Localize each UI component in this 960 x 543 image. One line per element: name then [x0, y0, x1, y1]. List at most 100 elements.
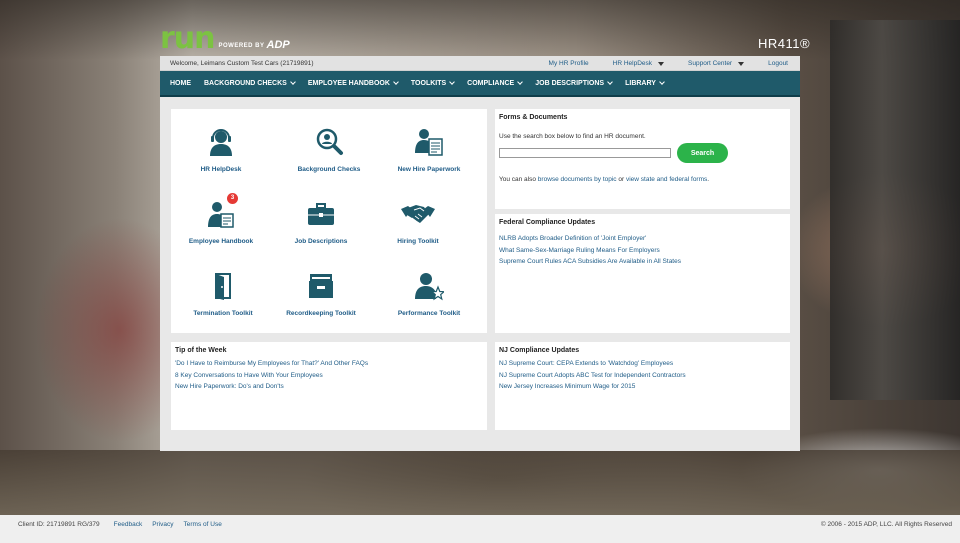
nav-label: TOOLKITS	[410, 79, 447, 87]
client-id: Client ID: 21719891 RG/379	[18, 521, 100, 528]
chevron-down-icon	[449, 78, 456, 85]
tile-label: New Hire Paperwork	[397, 166, 461, 173]
tile-new-hire-paperwork[interactable]: New Hire Paperwork	[379, 127, 479, 173]
terms-link[interactable]: Terms of Use	[184, 521, 222, 528]
logout-link[interactable]: Logout	[768, 60, 788, 67]
notification-badge: 3	[227, 193, 238, 204]
tile-recordkeeping-toolkit[interactable]: Recordkeeping Toolkit	[271, 271, 371, 317]
nav-label: JOB DESCRIPTIONS	[535, 79, 605, 87]
forms-also-text: You can also browse documents by topic o…	[495, 166, 790, 183]
forms-instruction: Use the search box below to find an HR d…	[499, 133, 646, 140]
chevron-down-icon	[659, 78, 665, 85]
or-text: or	[616, 176, 626, 183]
period-text: .	[707, 176, 710, 183]
hr-helpdesk-menu[interactable]: HR HelpDesk	[612, 60, 665, 67]
magnifier-user-icon	[314, 127, 344, 157]
nj-compliance-panel: NJ Compliance Updates NJ Supreme Court: …	[495, 342, 790, 430]
tip-title: Tip of the Week	[175, 347, 227, 354]
run-logo[interactable]: run POWERED BY ADP	[160, 21, 290, 56]
user-star-icon	[414, 271, 446, 301]
nav-job-descriptions[interactable]: JOB DESCRIPTIONS	[535, 78, 613, 87]
logo-powered-by: POWERED BY	[218, 43, 265, 49]
nav-toolkits[interactable]: TOOLKITS	[410, 78, 456, 87]
hr-helpdesk-label: HR HelpDesk	[612, 60, 653, 67]
main-frame: Welcome, Leimans Custom Test Cars (21719…	[160, 56, 800, 451]
door-exit-icon	[208, 271, 238, 301]
caret-down-icon	[738, 61, 745, 66]
browse-documents-link[interactable]: browse documents by topic	[538, 176, 617, 183]
tile-label: Background Checks	[297, 166, 361, 173]
background-machine	[830, 20, 960, 400]
tip-link[interactable]: 'Do I Have to Reimburse My Employees for…	[171, 358, 487, 370]
tile-termination-toolkit[interactable]: Termination Toolkit	[173, 271, 273, 317]
adp-logo: ADP	[266, 39, 290, 51]
state-federal-forms-link[interactable]: view state and federal forms	[626, 176, 707, 183]
nav-background-checks[interactable]: BACKGROUND CHECKS	[204, 78, 296, 87]
nav-label: COMPLIANCE	[467, 79, 515, 87]
privacy-link[interactable]: Privacy	[152, 521, 173, 528]
copyright: © 2006 - 2015 ADP, LLC. All Rights Reser…	[820, 521, 952, 528]
federal-compliance-panel: Federal Compliance Updates NLRB Adopts B…	[495, 214, 790, 333]
document-search-input[interactable]	[499, 148, 671, 158]
federal-link[interactable]: Supreme Court Rules ACA Subsidies Are Av…	[495, 256, 790, 268]
background-shade	[0, 0, 960, 60]
federal-title: Federal Compliance Updates	[499, 219, 596, 226]
logo-run-text: run	[160, 21, 216, 56]
page-footer: Client ID: 21719891 RG/379 Feedback Priv…	[0, 515, 960, 543]
nj-link[interactable]: NJ Supreme Court: CEPA Extends to 'Watch…	[495, 358, 790, 370]
tip-of-week-panel: Tip of the Week 'Do I Have to Reimburse …	[171, 342, 487, 430]
chevron-down-icon	[517, 78, 524, 85]
forms-title: Forms & Documents	[499, 114, 568, 121]
nav-compliance[interactable]: COMPLIANCE	[467, 78, 524, 87]
quick-links-panel: HR HelpDesk Background Checks New Hire P…	[171, 109, 487, 333]
welcome-text: Welcome, Leimans Custom Test Cars (21719…	[170, 59, 314, 67]
my-hr-profile-link[interactable]: My HR Profile	[549, 60, 589, 67]
nav-label: EMPLOYEE HANDBOOK	[307, 79, 390, 87]
support-center-menu[interactable]: Support Center	[688, 60, 745, 67]
nav-label: HOME	[170, 79, 191, 87]
main-nav: HOME BACKGROUND CHECKS EMPLOYEE HANDBOOK…	[160, 71, 800, 97]
nav-home[interactable]: HOME	[170, 80, 191, 87]
search-row: Search	[495, 140, 790, 166]
nj-link[interactable]: New Jersey Increases Minimum Wage for 20…	[495, 381, 790, 393]
tile-performance-toolkit[interactable]: Performance Toolkit	[379, 271, 479, 317]
briefcase-icon	[306, 199, 336, 229]
headset-user-icon	[206, 127, 236, 157]
tip-link[interactable]: New Hire Paperwork: Do's and Don'ts	[171, 381, 487, 393]
top-bar: Welcome, Leimans Custom Test Cars (21719…	[160, 56, 800, 71]
tile-hiring-toolkit[interactable]: Hiring Toolkit	[368, 199, 468, 245]
nav-label: LIBRARY	[625, 79, 656, 87]
feedback-link[interactable]: Feedback	[114, 521, 143, 528]
forms-documents-panel: Forms & Documents Use the search box bel…	[495, 109, 790, 209]
tile-job-descriptions[interactable]: Job Descriptions	[271, 199, 371, 245]
nav-employee-handbook[interactable]: EMPLOYEE HANDBOOK	[307, 78, 399, 87]
nj-link[interactable]: NJ Supreme Court Adopts ABC Test for Ind…	[495, 370, 790, 382]
caret-down-icon	[658, 61, 665, 66]
support-center-label: Support Center	[688, 60, 733, 67]
product-name: HR411®	[758, 36, 811, 51]
handshake-icon	[400, 199, 436, 229]
chevron-down-icon	[607, 78, 613, 85]
tile-label: Termination Toolkit	[193, 310, 253, 317]
tile-hr-helpdesk[interactable]: HR HelpDesk	[171, 127, 271, 173]
file-box-icon	[306, 271, 336, 301]
federal-link[interactable]: NLRB Adopts Broader Definition of 'Joint…	[495, 233, 790, 245]
user-document-icon	[414, 127, 444, 157]
chevron-down-icon	[393, 78, 399, 85]
federal-link[interactable]: What Same-Sex-Marriage Ruling Means For …	[495, 245, 790, 257]
search-button[interactable]: Search	[677, 143, 728, 163]
chevron-down-icon	[290, 78, 296, 85]
tile-label: Employee Handbook	[188, 238, 254, 245]
tile-label: Job Descriptions	[294, 238, 348, 245]
user-clipboard-icon: 3	[206, 193, 238, 229]
nav-label: BACKGROUND CHECKS	[204, 79, 287, 87]
background-floor	[0, 450, 960, 515]
nj-title: NJ Compliance Updates	[499, 347, 580, 354]
tip-link[interactable]: 8 Key Conversations to Have With Your Em…	[171, 370, 487, 382]
tile-background-checks[interactable]: Background Checks	[279, 127, 379, 173]
also-prefix: You can also	[499, 176, 538, 183]
tile-employee-handbook[interactable]: 3 Employee Handbook	[171, 193, 271, 245]
nav-library[interactable]: LIBRARY	[625, 78, 665, 87]
top-links: My HR Profile HR HelpDesk Support Center…	[525, 56, 788, 71]
tile-label: Recordkeeping Toolkit	[286, 310, 356, 317]
